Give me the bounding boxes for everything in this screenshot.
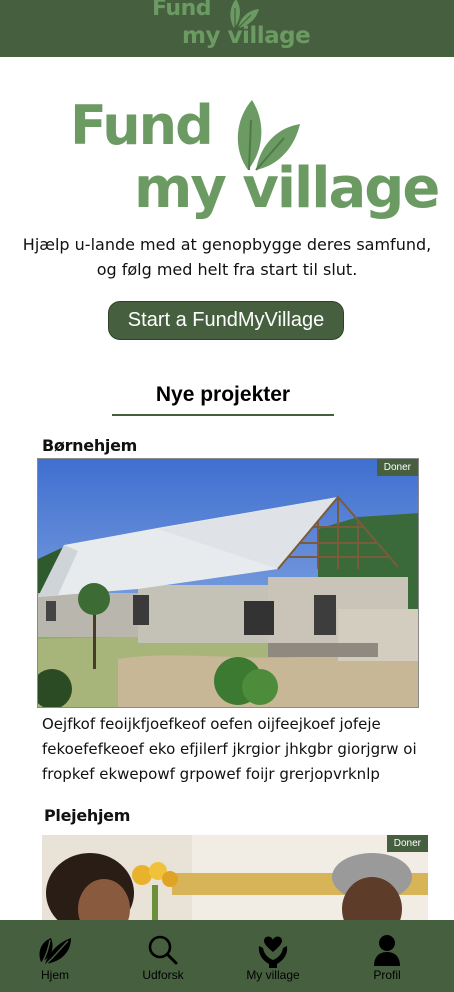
start-fundmyvillage-button[interactable]: Start a FundMyVillage: [108, 301, 344, 340]
leaf-icon: [39, 938, 71, 965]
project-description-bornehjem: Oejfkof feoijkfjoefkeof oefen oijfeejkoe…: [42, 715, 417, 783]
donate-badge[interactable]: Doner: [386, 835, 428, 852]
hero-logo-fund: Fund: [70, 94, 214, 157]
building-photo: [38, 459, 418, 707]
nav-item-my-village[interactable]: My village: [228, 920, 318, 992]
nav-item-udforsk[interactable]: Udforsk: [118, 920, 208, 992]
bottom-navigation: Hjem Udforsk My village Profil: [0, 920, 454, 992]
donate-badge[interactable]: Doner: [376, 459, 418, 476]
user-icon: [374, 935, 400, 966]
section-title-new-projects: Nye projekter: [155, 383, 291, 406]
logo-text-fund: Fund: [152, 0, 212, 21]
nav-label-my-village: My village: [246, 968, 300, 982]
hero-tagline: Hjælp u-lande med at genopbygge deres sa…: [22, 235, 432, 279]
nav-label-hjem: Hjem: [40, 968, 69, 982]
project-title-bornehjem[interactable]: Børnehjem: [42, 436, 137, 455]
project-title-plejehjem[interactable]: Plejehjem: [44, 806, 130, 825]
heart-hands-icon: [258, 936, 288, 968]
top-bar: Fund my village: [0, 0, 454, 57]
section-divider: [112, 414, 334, 416]
leaf-logo-icon: [230, 0, 259, 29]
hero-logo: Fund my village: [68, 94, 440, 228]
nav-label-profil: Profil: [373, 968, 401, 982]
project-image-bornehjem[interactable]: Doner: [37, 458, 419, 708]
project-image-plejehjem[interactable]: Doner: [42, 835, 428, 925]
nav-item-hjem[interactable]: Hjem: [10, 920, 100, 992]
nav-item-profil[interactable]: Profil: [342, 920, 432, 992]
people-photo: [42, 835, 428, 925]
search-icon: [148, 935, 178, 965]
nav-label-udforsk: Udforsk: [142, 968, 184, 982]
header-logo[interactable]: Fund my village: [150, 0, 311, 56]
hero-leaf-icon: [237, 100, 300, 171]
